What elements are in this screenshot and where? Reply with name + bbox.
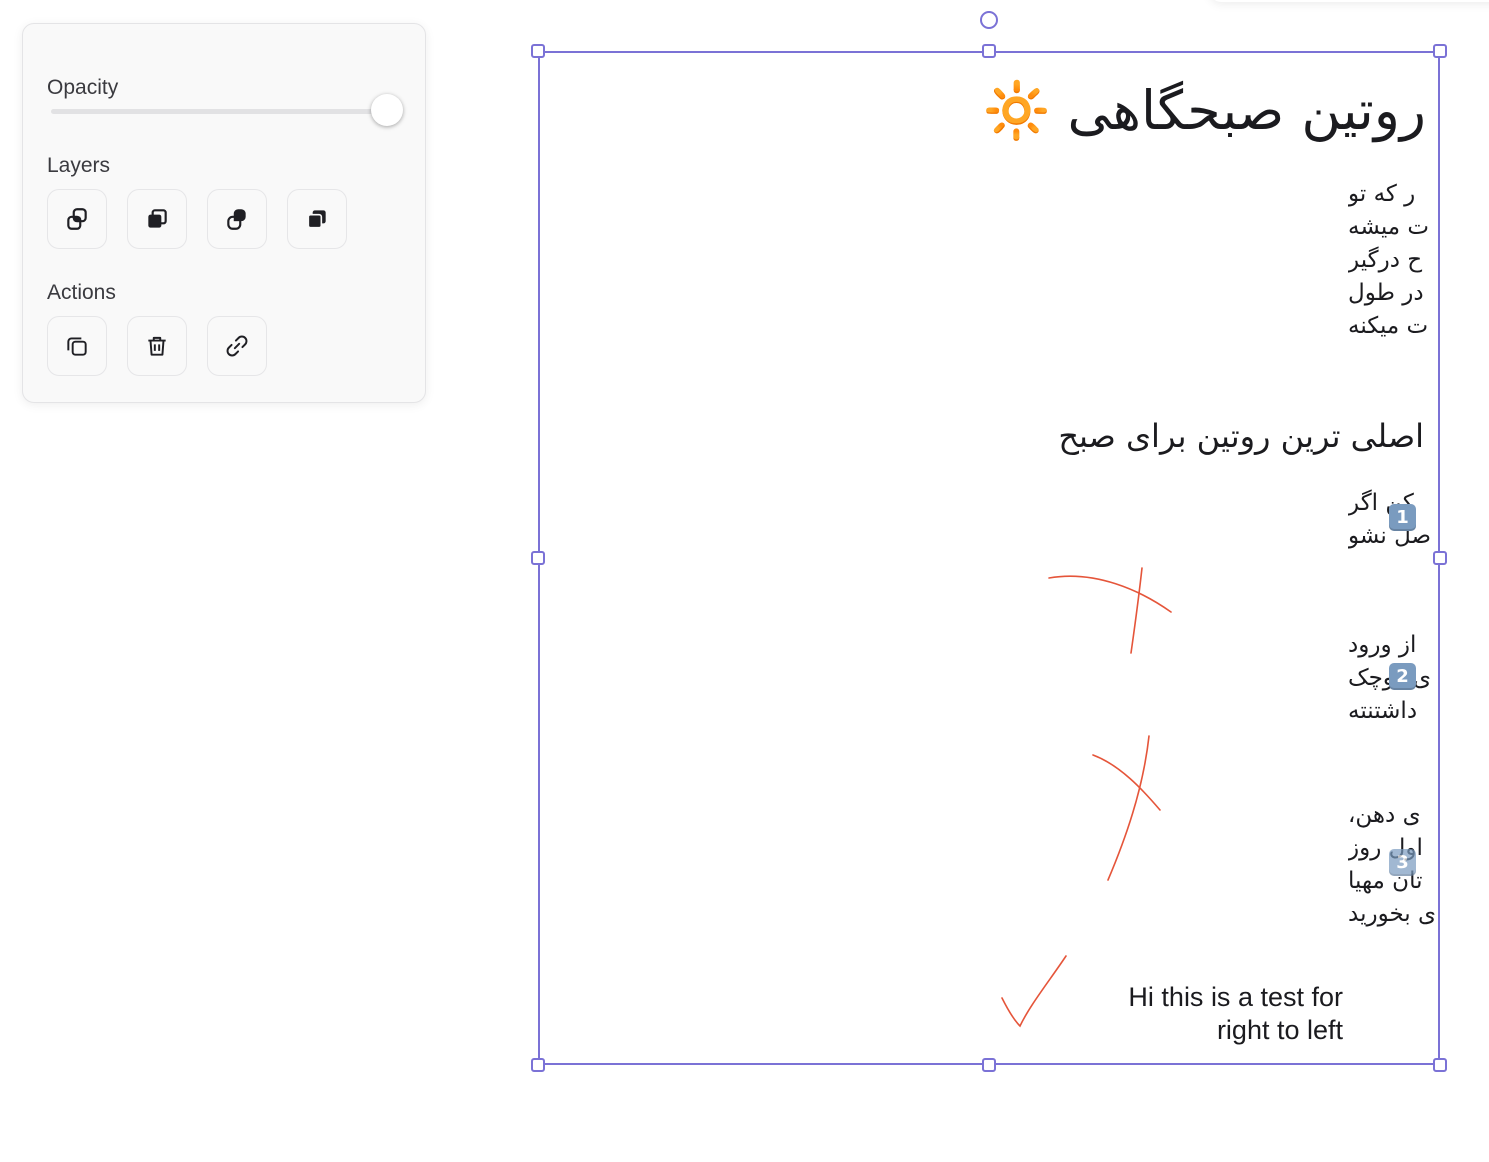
resize-handle-right[interactable] bbox=[1433, 551, 1447, 565]
resize-handle-top[interactable] bbox=[982, 44, 996, 58]
ink-cross-2-stroke-b[interactable] bbox=[1107, 735, 1150, 881]
ink-cross-1-stroke-a[interactable] bbox=[1048, 575, 1172, 613]
ink-checkmark[interactable] bbox=[1001, 955, 1067, 1028]
ink-drawings[interactable] bbox=[0, 0, 1489, 1162]
resize-handle-bottom-right[interactable] bbox=[1433, 1058, 1447, 1072]
ink-cross-2-stroke-a[interactable] bbox=[1092, 754, 1161, 811]
resize-handle-top-left[interactable] bbox=[531, 44, 545, 58]
rotate-handle[interactable] bbox=[980, 11, 998, 29]
resize-handle-top-right[interactable] bbox=[1433, 44, 1447, 58]
ink-cross-1-stroke-b[interactable] bbox=[1130, 567, 1143, 654]
resize-handle-bottom[interactable] bbox=[982, 1058, 996, 1072]
resize-handle-left[interactable] bbox=[531, 551, 545, 565]
resize-handle-bottom-left[interactable] bbox=[531, 1058, 545, 1072]
